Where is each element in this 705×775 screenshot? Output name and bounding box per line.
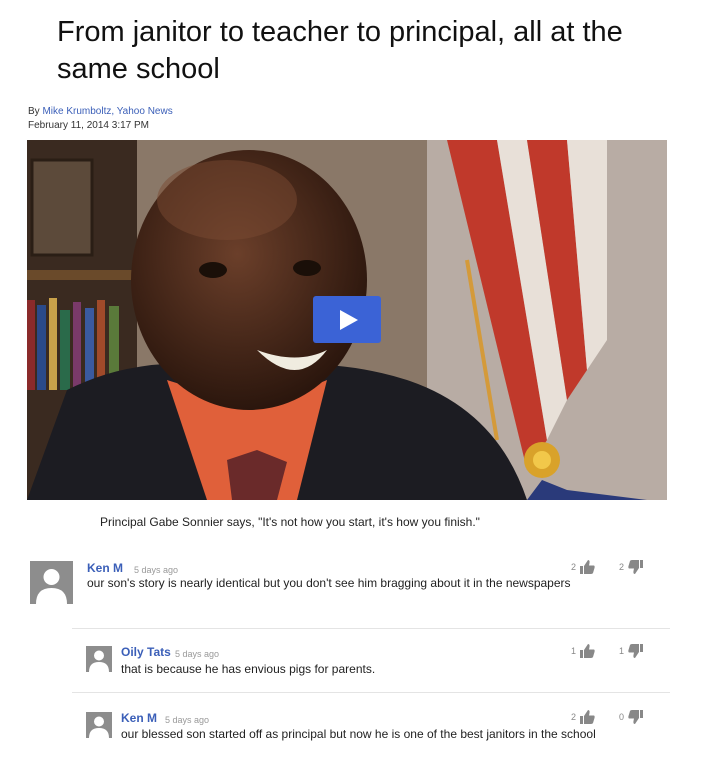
like-button[interactable]: 1 xyxy=(571,644,595,658)
dislike-count: 0 xyxy=(619,712,625,722)
author-link[interactable]: Mike Krumboltz, Yahoo News xyxy=(42,106,172,117)
byline: By Mike Krumboltz, Yahoo News xyxy=(28,106,173,117)
like-count: 1 xyxy=(571,646,577,656)
comment-divider xyxy=(72,628,670,629)
comment-author[interactable]: Ken M xyxy=(87,561,123,575)
dislike-button[interactable]: 2 xyxy=(619,560,644,574)
avatar[interactable] xyxy=(86,646,112,672)
comment-text: our blessed son started off as principal… xyxy=(121,727,596,741)
comment-author[interactable]: Oily Tats xyxy=(121,645,171,659)
thumbs-down-icon xyxy=(628,644,644,658)
thumbs-down-icon xyxy=(628,560,644,574)
thumbs-down-icon xyxy=(628,710,644,724)
like-count: 2 xyxy=(571,712,577,722)
thumbs-up-icon xyxy=(580,644,595,658)
comment-time: 5 days ago xyxy=(134,565,179,575)
byline-prefix: By xyxy=(28,106,43,117)
comment-text: our son's story is nearly identical but … xyxy=(87,576,571,590)
like-count: 2 xyxy=(571,562,577,572)
thumbs-up-icon xyxy=(580,710,595,724)
user-silhouette-icon xyxy=(89,650,109,672)
comment-text: that is because he has envious pigs for … xyxy=(121,662,376,676)
article-headline: From janitor to teacher to principal, al… xyxy=(57,16,623,85)
like-button[interactable]: 2 xyxy=(571,560,595,574)
user-silhouette-icon xyxy=(89,716,109,738)
comment-time: 5 days ago xyxy=(165,715,210,725)
video-caption: Principal Gabe Sonnier says, "It's not h… xyxy=(100,515,480,529)
dislike-button[interactable]: 1 xyxy=(619,644,644,658)
dislike-count: 1 xyxy=(619,646,625,656)
thumbs-up-icon xyxy=(580,560,595,574)
video-player[interactable] xyxy=(27,140,667,500)
comment-author[interactable]: Ken M xyxy=(121,711,157,725)
comment-time: 5 days ago xyxy=(175,649,220,659)
publish-date: February 11, 2014 3:17 PM xyxy=(28,120,149,131)
play-button[interactable] xyxy=(313,296,381,343)
like-button[interactable]: 2 xyxy=(571,710,595,724)
user-silhouette-icon xyxy=(36,569,67,604)
avatar[interactable] xyxy=(86,712,112,738)
dislike-count: 2 xyxy=(619,562,625,572)
dislike-button[interactable]: 0 xyxy=(619,710,644,724)
avatar[interactable] xyxy=(30,561,73,604)
comment-divider xyxy=(72,692,670,693)
